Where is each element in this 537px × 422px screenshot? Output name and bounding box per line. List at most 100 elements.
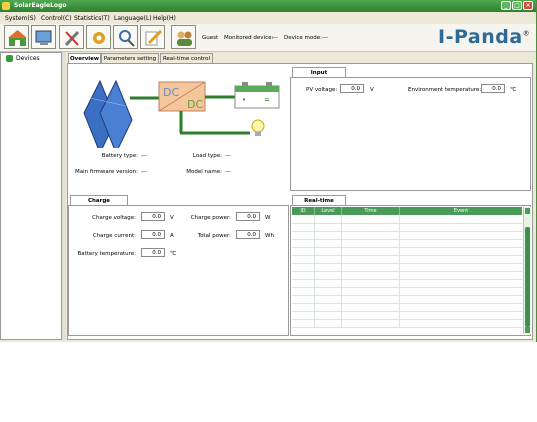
table-row[interactable] — [292, 303, 522, 312]
menu-control[interactable]: Control(C) — [41, 15, 72, 22]
table-row[interactable] — [292, 255, 522, 264]
table-cell — [341, 279, 400, 288]
table-row[interactable] — [292, 319, 522, 328]
table-cell — [399, 239, 522, 248]
minimize-button[interactable]: _ — [501, 1, 511, 10]
menu-help[interactable]: Help(H) — [153, 15, 176, 22]
menu-language[interactable]: Language(L) — [114, 15, 152, 22]
settings-button[interactable] — [86, 25, 111, 49]
table-cell — [292, 271, 315, 280]
home-button[interactable] — [4, 25, 29, 49]
table-cell — [399, 319, 522, 328]
load-type-label: Load type: — [192, 153, 222, 159]
col-event[interactable]: Event — [400, 207, 523, 215]
table-row[interactable] — [292, 287, 522, 296]
users-button[interactable] — [171, 25, 196, 49]
table-row[interactable] — [292, 279, 522, 288]
table-row[interactable] — [292, 295, 522, 304]
table-cell — [341, 255, 400, 264]
close-button[interactable]: × — [523, 1, 533, 10]
scroll-thumb[interactable] — [525, 227, 530, 327]
table-cell — [399, 231, 522, 240]
charge-power-unit: W — [265, 215, 271, 221]
scroll-up-arrow[interactable] — [525, 208, 530, 214]
table-row[interactable] — [292, 231, 522, 240]
table-cell — [314, 263, 342, 272]
charge-power-label: Charge power: — [190, 215, 231, 221]
table-cell — [341, 303, 400, 312]
table-cell — [341, 311, 400, 320]
table-cell — [314, 223, 342, 232]
model-name-label: Model name: — [186, 169, 222, 175]
menu-bar: System(S) Control(C) Statistics(T) Langu… — [0, 13, 536, 23]
table-cell — [399, 303, 522, 312]
pencil-icon — [145, 29, 163, 46]
window-title: SolarEagleLogo — [14, 2, 67, 9]
env-temp-unit: ℃ — [510, 87, 517, 93]
table-cell — [341, 239, 400, 248]
pv-voltage-unit: V — [370, 87, 374, 93]
table-cell — [292, 303, 315, 312]
table-row[interactable] — [292, 271, 522, 280]
table-cell — [341, 223, 400, 232]
charge-voltage-field: 0.0 — [141, 212, 165, 221]
search-button[interactable] — [113, 25, 138, 49]
model-name-value: --- — [225, 169, 231, 175]
menu-system[interactable]: System(S) — [5, 15, 36, 22]
charge-current-field: 0.0 — [141, 230, 165, 239]
table-cell — [314, 279, 342, 288]
connect-button[interactable] — [31, 25, 56, 49]
device-mode-label: Device mode: — [284, 35, 323, 41]
lightbulb-icon — [251, 119, 265, 136]
col-id[interactable]: ID — [292, 207, 315, 215]
battery-temp-field: 0.0 — [141, 248, 165, 257]
col-time[interactable]: Time — [341, 207, 400, 215]
table-cell — [292, 311, 315, 320]
edit-button[interactable] — [140, 25, 165, 49]
tree-item-devices[interactable]: Devices — [6, 55, 40, 62]
search-icon — [119, 30, 135, 47]
table-row[interactable] — [292, 247, 522, 256]
table-row[interactable] — [292, 239, 522, 248]
table-cell — [292, 319, 315, 328]
table-cell — [341, 247, 400, 256]
firmware-version-label: Main firmware version: — [74, 169, 138, 175]
sidebar-splitter[interactable] — [62, 52, 66, 340]
dc-output-label: DC — [187, 98, 203, 111]
col-level[interactable]: Level — [314, 207, 342, 215]
charge-voltage-unit: V — [170, 215, 174, 221]
app-window: SolarEagleLogo _ □ × System(S) Control(C… — [0, 0, 537, 342]
tab-real-time-control[interactable]: Real-time control — [160, 53, 213, 63]
table-row[interactable] — [292, 223, 522, 232]
table-cell — [341, 215, 400, 224]
events-scrollbar[interactable] — [523, 207, 531, 334]
table-cell — [314, 271, 342, 280]
table-row[interactable] — [292, 311, 522, 320]
table-cell — [399, 271, 522, 280]
events-body — [292, 215, 522, 328]
events-tab: Real-time events — [292, 195, 346, 214]
tab-parameters-setting[interactable]: Parameters setting — [101, 53, 159, 63]
monitored-device-label: Monitored device: — [224, 35, 274, 41]
charge-current-label: Charge current: — [92, 233, 136, 239]
table-cell — [399, 279, 522, 288]
system-diagram: DC DC • = — [83, 79, 280, 148]
wrench-icon — [64, 30, 80, 47]
table-cell — [292, 287, 315, 296]
table-row[interactable] — [292, 215, 522, 224]
table-row[interactable] — [292, 263, 522, 272]
table-cell — [314, 295, 342, 304]
total-power-field: 0.0 — [236, 230, 260, 239]
tools-button[interactable] — [59, 25, 84, 49]
table-cell — [341, 271, 400, 280]
table-cell — [314, 303, 342, 312]
menu-statistics[interactable]: Statistics(T) — [74, 15, 110, 22]
events-table: ID Level Time Event — [292, 207, 522, 328]
table-cell — [292, 223, 315, 232]
scroll-down-arrow[interactable] — [525, 327, 530, 333]
maximize-button[interactable]: □ — [512, 1, 522, 10]
table-cell — [314, 239, 342, 248]
charge-current-unit: A — [170, 233, 174, 239]
env-temp-label: Environment temperature: — [408, 87, 482, 93]
title-bar: SolarEagleLogo _ □ × — [0, 0, 536, 12]
